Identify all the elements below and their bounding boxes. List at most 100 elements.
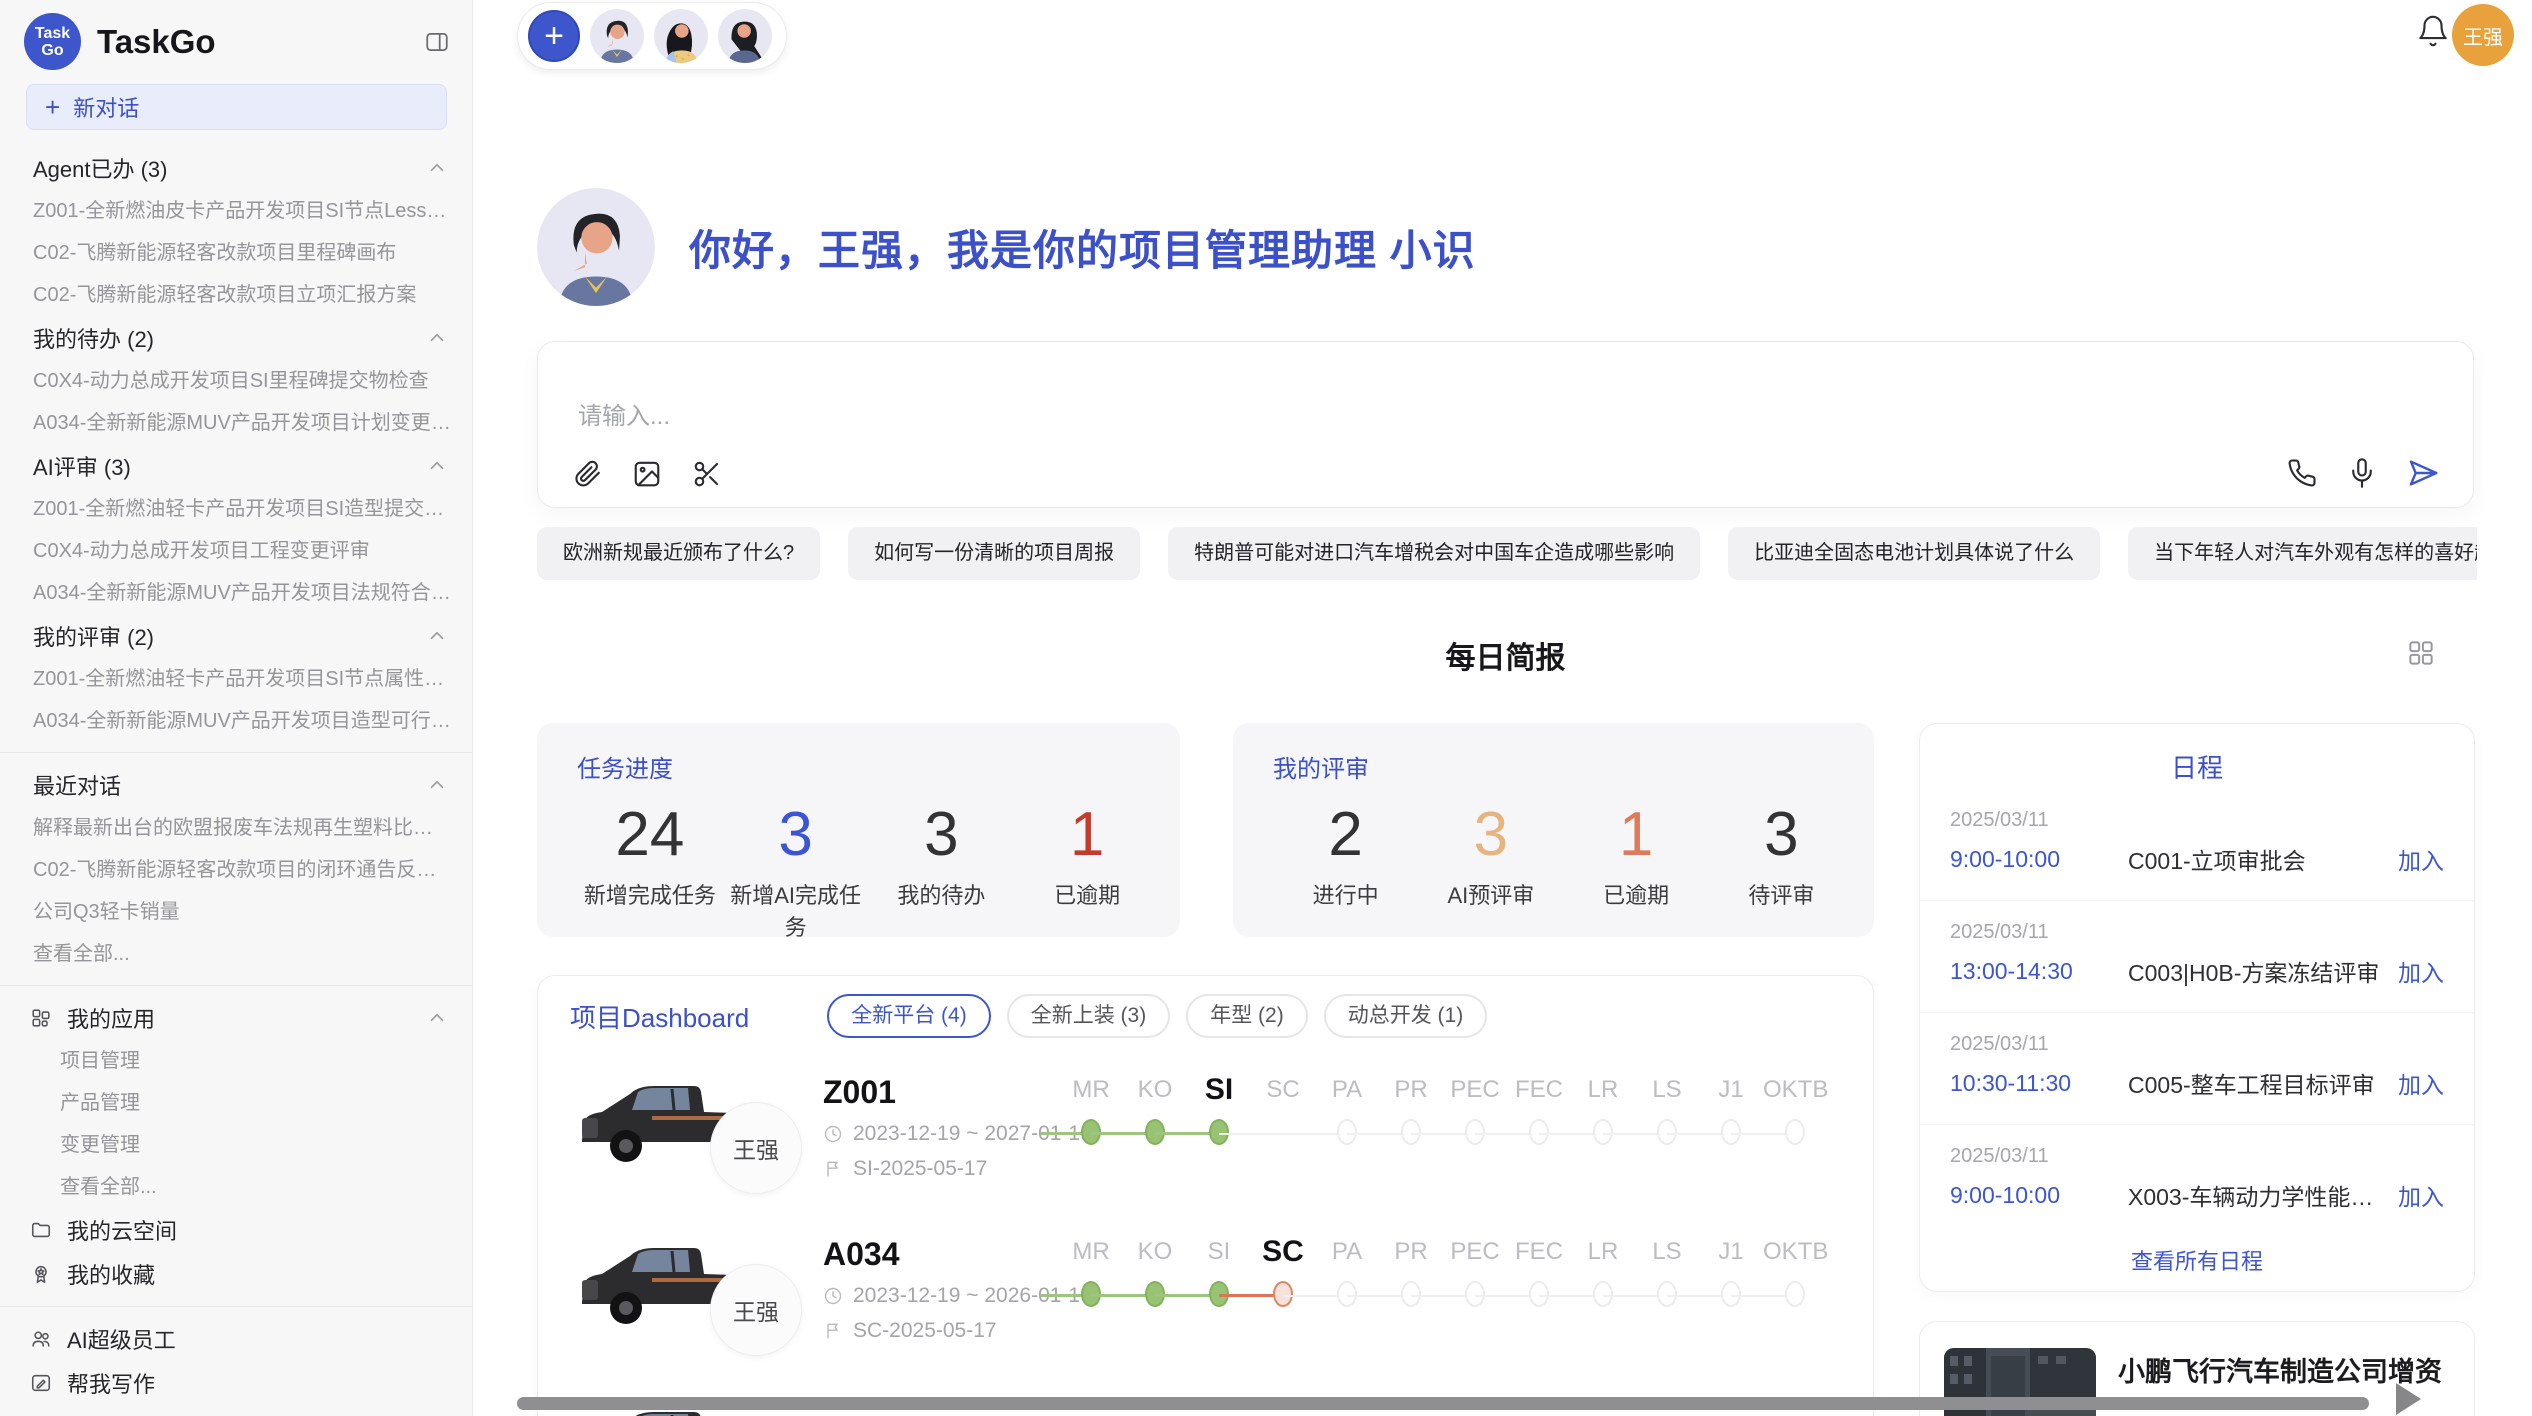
suggestion-chip[interactable]: 欧洲新规最近颁布了什么? [537,527,820,580]
milestone-label: J1 [1699,1068,1763,1112]
project-flag-text: SI-2025-05-17 [853,1157,987,1181]
schedule-time: 9:00-10:00 [1950,846,2118,873]
sidebar-section-header[interactable]: Agent已办 (3) [0,146,472,190]
sidebar-item-badge[interactable]: 我的收藏 [0,1252,472,1296]
composer-placeholder: 请输入... [578,396,670,431]
sidebar-item[interactable]: Z001-全新燃油轻卡产品开发项目SI造型提交物评审 [0,488,472,530]
add-member-button[interactable]: + [528,10,580,62]
sidebar-item[interactable]: 解释最新出台的欧盟报废车法规再生塑料比例被调至15%... [0,807,472,849]
sidebar-item[interactable]: C02-飞腾新能源轻客改款项目的闭环通告反馈情况 [0,849,472,891]
schedule-time: 13:00-14:30 [1950,958,2118,985]
member-avatar[interactable] [654,9,708,63]
schedule-item[interactable]: 2025/03/1113:00-14:30C003|H0B-方案冻结评审加入 [1920,900,2474,1012]
suggestion-chip[interactable]: 特朗普可能对进口汽车增税会对中国车企造成哪些影响 [1168,527,1700,580]
sidebar-section-header[interactable]: 最近对话 [0,763,472,807]
sidebar-item[interactable]: A034-全新新能源MUV产品开发项目计划变更表编写 [0,402,472,444]
apps-grid-icon [30,1007,52,1029]
stat-label: 已逾期 [1564,878,1709,910]
sidebar-item[interactable]: 查看全部... [0,933,472,975]
sidebar-item[interactable]: 项目管理 [0,1040,472,1082]
milestone-label: SI [1187,1230,1251,1274]
layout-grid-icon[interactable] [2406,638,2436,668]
badge-icon [30,1263,52,1285]
suggestion-chip[interactable]: 比亚迪全固态电池计划具体说了什么 [1728,527,2100,580]
chat-composer[interactable]: 请输入... [537,341,2474,508]
sidebar-tool-write[interactable]: 帮我写作 [0,1361,472,1405]
sidebar-collapse-icon[interactable] [424,29,450,55]
sidebar-item[interactable]: A034-全新新能源MUV产品开发项目法规符合性评审 [0,572,472,614]
schedule-item[interactable]: 2025/03/1110:30-11:30C005-整车工程目标评审加入 [1920,1012,2474,1124]
image-icon[interactable] [632,459,662,489]
dashboard-tab[interactable]: 动总开发 (1) [1324,994,1488,1038]
team-pill: + [517,2,787,70]
sidebar-item[interactable]: A034-全新新能源MUV产品开发项目造型可行性评审 [0,700,472,742]
sidebar-item[interactable]: Z001-全新燃油轻卡产品开发项目SI节点属性5D文件评审 [0,658,472,700]
sidebar-tool-pen[interactable]: 创意制图 [0,1405,472,1416]
new-chat-button[interactable]: + 新对话 [26,84,447,130]
stat-value: 2 [1273,792,1418,878]
assistant-avatar [537,188,655,306]
schedule-view-all[interactable]: 查看所有日程 [1920,1244,2474,1276]
sidebar-item-folder[interactable]: 我的云空间 [0,1208,472,1252]
sidebar-section-header[interactable]: 我的评审 (2) [0,614,472,658]
stat: 2进行中 [1273,792,1418,910]
dashboard-tab[interactable]: 全新上装 (3) [1007,994,1171,1038]
sidebar-section-header[interactable]: AI评审 (3) [0,444,472,488]
mic-icon[interactable] [2347,458,2377,488]
phone-icon[interactable] [2287,458,2317,488]
project-dashboard-card: 项目Dashboard 全新平台 (4)全新上装 (3)年型 (2)动总开发 (… [537,975,1874,1416]
schedule-item[interactable]: 2025/03/119:00-10:00X003-车辆动力学性能验...加入 [1920,1124,2474,1236]
sidebar-item-my-apps[interactable]: 我的应用 [0,996,472,1040]
notification-bell-icon[interactable] [2416,14,2450,48]
milestone-dot [1465,1281,1485,1307]
sidebar-item[interactable]: 变更管理 [0,1124,472,1166]
scroll-right-arrow-icon[interactable] [2396,1383,2421,1415]
sidebar-item[interactable]: 公司Q3轻卡销量 [0,891,472,933]
scissors-icon[interactable] [692,459,722,489]
chevron-up-icon [426,327,448,349]
sidebar-tool-label: 帮我写作 [67,1367,448,1399]
sidebar-tool-people[interactable]: AI超级员工 [0,1317,472,1361]
milestone-sc: SC [1251,1230,1315,1320]
app-logo-line1: Task [35,25,70,42]
sidebar-section-header[interactable]: 我的待办 (2) [0,316,472,360]
sidebar-item[interactable]: 产品管理 [0,1082,472,1124]
news-title: 小鹏飞行汽车制造公司增资 [2118,1350,2475,1389]
clock-icon [823,1124,843,1144]
sidebar-item[interactable]: Z001-全新燃油皮卡产品开发项目SI节点Lesson Learn报告 [0,190,472,232]
schedule-item[interactable]: 2025/03/119:00-10:00C001-立项审批会加入 [1920,789,2474,900]
sidebar-tool-label: 创意制图 [67,1411,448,1416]
dashboard-tab[interactable]: 年型 (2) [1186,994,1308,1038]
attachment-icon[interactable] [572,459,602,489]
milestone-dot [1273,1281,1293,1307]
milestone-track: MRKOSISCPAPRPECFECLRLSJ1OKTB [1059,1068,1827,1158]
horizontal-scrollbar[interactable] [517,1397,2369,1410]
member-avatar[interactable] [590,9,644,63]
stat-cards: 任务进度24新增完成任务3新增AI完成任务3我的待办1已逾期我的评审2进行中3A… [537,723,1874,937]
schedule-join-link[interactable]: 加入 [2398,1066,2444,1100]
milestone-label: LR [1571,1068,1635,1112]
people-icon [30,1328,52,1350]
sidebar-item[interactable]: C0X4-动力总成开发项目SI里程碑提交物检查 [0,360,472,402]
suggestion-chip[interactable]: 当下年轻人对汽车外观有怎样的喜好趋势 [2128,527,2477,580]
user-avatar[interactable]: 王强 [2452,4,2514,66]
sidebar-item[interactable]: C0X4-动力总成开发项目工程变更评审 [0,530,472,572]
flag-icon [823,1159,843,1179]
milestone-mr: MR [1059,1068,1123,1158]
dashboard-tab[interactable]: 全新平台 (4) [827,994,991,1038]
sidebar-item[interactable]: C02-飞腾新能源轻客改款项目里程碑画布 [0,232,472,274]
sidebar-item[interactable]: C02-飞腾新能源轻客改款项目立项汇报方案 [0,274,472,316]
divider [0,752,472,753]
sidebar-item[interactable]: 查看全部... [0,1166,472,1208]
milestone-pec: PEC [1443,1230,1507,1320]
project-row: 王强Z0012023-12-19 ~ 2027-01-19SI-2025-05-… [538,1046,1873,1208]
schedule-date: 2025/03/11 [1950,921,2444,944]
milestone-label: SC [1251,1230,1315,1274]
member-avatar[interactable] [718,9,772,63]
send-icon[interactable] [2407,457,2439,489]
schedule-join-link[interactable]: 加入 [2398,842,2444,876]
schedule-join-link[interactable]: 加入 [2398,1178,2444,1212]
user-avatar-label: 王强 [2463,21,2503,50]
suggestion-chip[interactable]: 如何写一份清晰的项目周报 [848,527,1140,580]
schedule-join-link[interactable]: 加入 [2398,954,2444,988]
